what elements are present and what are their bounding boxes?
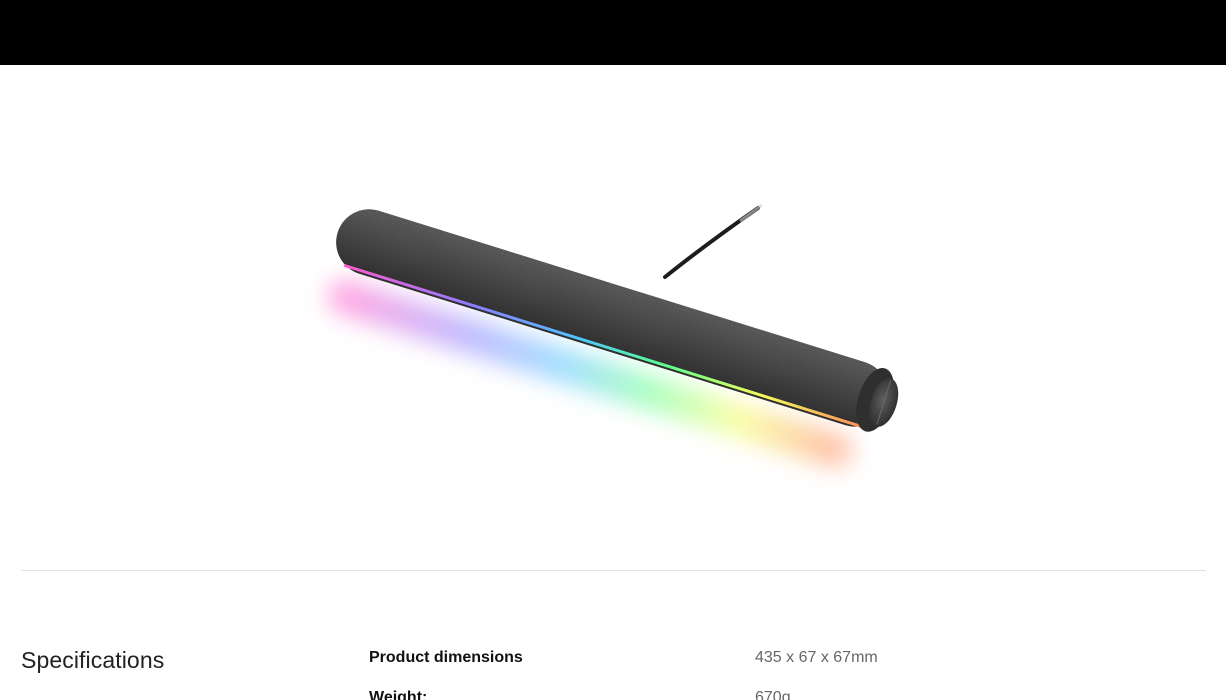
product-page: Specifications Product dimensions 435 x … [0, 0, 1226, 700]
soundbar-product-image [328, 203, 899, 467]
spec-value: 435 x 67 x 67mm [755, 649, 878, 666]
top-navigation-bar [0, 0, 1226, 65]
section-divider [21, 570, 1206, 571]
spec-value: 670g [755, 689, 791, 700]
spec-label: Weight: [369, 689, 428, 700]
product-hero-section [0, 65, 1226, 570]
spec-row-dimensions: Product dimensions 435 x 67 x 67mm [0, 649, 1226, 673]
spec-label: Product dimensions [369, 649, 523, 666]
spec-row-weight: Weight: 670g [0, 689, 1226, 700]
